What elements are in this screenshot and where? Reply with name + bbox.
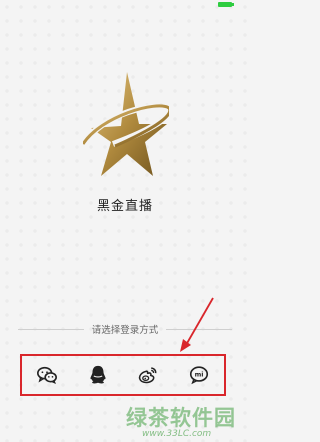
mi-login-button[interactable]: mi — [186, 362, 212, 388]
app-logo — [83, 72, 169, 176]
mi-icon: mi — [189, 366, 208, 385]
watermark-brand: 绿茶软件园 — [126, 406, 236, 430]
divider-line-left — [18, 328, 84, 330]
weibo-login-button[interactable] — [135, 362, 161, 388]
divider-line-right — [166, 328, 233, 330]
qq-login-button[interactable] — [85, 362, 111, 388]
login-divider: 请选择登录方式 — [18, 322, 233, 336]
login-prompt: 请选择登录方式 — [91, 325, 159, 336]
app-name: 黑金直播 — [96, 199, 153, 214]
weibo-icon — [139, 367, 157, 384]
battery-icon — [218, 2, 234, 7]
login-options: mi — [22, 356, 224, 394]
qq-icon — [90, 365, 106, 384]
watermark: 绿茶软件园 www.33LC.com — [120, 402, 250, 442]
watermark-url: www.33LC.com — [142, 429, 212, 439]
svg-text:mi: mi — [194, 370, 203, 378]
wechat-icon — [37, 366, 58, 384]
wechat-login-button[interactable] — [34, 362, 60, 388]
